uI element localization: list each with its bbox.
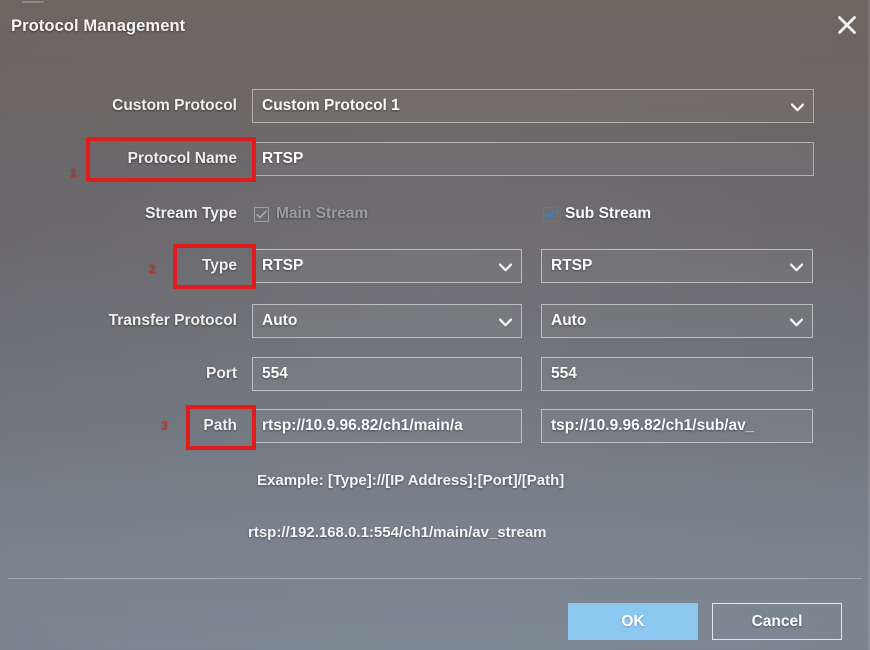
type-main-value: RTSP — [262, 257, 304, 274]
row-stream-type: Stream Type Main Stream Sub Stream — [0, 197, 870, 231]
chevron-down-icon — [790, 305, 803, 339]
ok-button[interactable]: OK — [568, 603, 698, 640]
row-transfer-protocol: Transfer Protocol Auto Auto — [0, 304, 870, 338]
custom-protocol-select[interactable]: Custom Protocol 1 — [252, 89, 814, 123]
row-protocol-name: Protocol Name RTSP — [0, 142, 870, 176]
main-stream-label: Main Stream — [276, 205, 369, 222]
row-custom-protocol: Custom Protocol Custom Protocol 1 — [0, 89, 870, 123]
transfer-protocol-sub-value: Auto — [551, 312, 587, 329]
checkbox-checked-icon — [543, 206, 558, 222]
protocol-management-dialog: Protocol Management Custom Protocol Cust… — [0, 0, 870, 650]
port-label: Port — [206, 365, 237, 382]
path-sub-value: tsp://10.9.96.82/ch1/sub/av_ — [551, 417, 755, 434]
port-sub-value: 554 — [551, 365, 577, 382]
example-format-hint: Example: [Type]://[IP Address]:[Port]/[P… — [257, 472, 565, 489]
port-sub-input[interactable]: 554 — [541, 357, 813, 391]
window-top-edge-highlight — [22, 1, 44, 3]
custom-protocol-value: Custom Protocol 1 — [262, 97, 400, 114]
port-main-value: 554 — [262, 365, 288, 382]
type-sub-select[interactable]: RTSP — [541, 249, 813, 283]
chevron-down-icon — [790, 250, 803, 284]
sub-stream-checkbox[interactable]: Sub Stream — [543, 197, 651, 231]
transfer-protocol-sub-select[interactable]: Auto — [541, 304, 813, 338]
transfer-protocol-main-value: Auto — [262, 312, 298, 329]
example-sample-hint: rtsp://192.168.0.1:554/ch1/main/av_strea… — [248, 524, 547, 541]
main-stream-checkbox[interactable]: Main Stream — [254, 197, 368, 231]
path-main-value: rtsp://10.9.96.82/ch1/main/a — [262, 417, 463, 434]
path-sub-input[interactable]: tsp://10.9.96.82/ch1/sub/av_ — [541, 409, 813, 443]
close-button[interactable] — [830, 8, 864, 42]
row-port: Port 554 554 — [0, 357, 870, 391]
row-path: Path rtsp://10.9.96.82/ch1/main/a tsp://… — [0, 409, 870, 443]
chevron-down-icon — [499, 250, 512, 284]
dialog-footer: OK Cancel — [0, 579, 870, 650]
type-label: Type — [201, 257, 237, 274]
dialog-title: Protocol Management — [11, 17, 186, 35]
protocol-name-value: RTSP — [262, 150, 304, 167]
checkbox-checked-icon — [254, 206, 269, 222]
cancel-button[interactable]: Cancel — [712, 603, 842, 640]
close-icon — [836, 14, 858, 36]
stream-type-label: Stream Type — [145, 205, 237, 222]
path-main-input[interactable]: rtsp://10.9.96.82/ch1/main/a — [252, 409, 522, 443]
transfer-protocol-main-select[interactable]: Auto — [252, 304, 522, 338]
transfer-protocol-label: Transfer Protocol — [108, 312, 237, 329]
type-sub-value: RTSP — [551, 257, 593, 274]
protocol-name-input[interactable]: RTSP — [252, 142, 814, 176]
path-label: Path — [203, 417, 237, 434]
chevron-down-icon — [499, 305, 512, 339]
protocol-form: Custom Protocol Custom Protocol 1 Protoc… — [0, 52, 870, 566]
chevron-down-icon — [791, 90, 804, 124]
protocol-name-label: Protocol Name — [127, 150, 237, 167]
port-main-input[interactable]: 554 — [252, 357, 522, 391]
type-main-select[interactable]: RTSP — [252, 249, 522, 283]
row-type: Type RTSP RTSP — [0, 249, 870, 283]
sub-stream-label: Sub Stream — [565, 205, 652, 222]
dialog-titlebar: Protocol Management — [0, 0, 870, 52]
custom-protocol-label: Custom Protocol — [112, 97, 237, 114]
